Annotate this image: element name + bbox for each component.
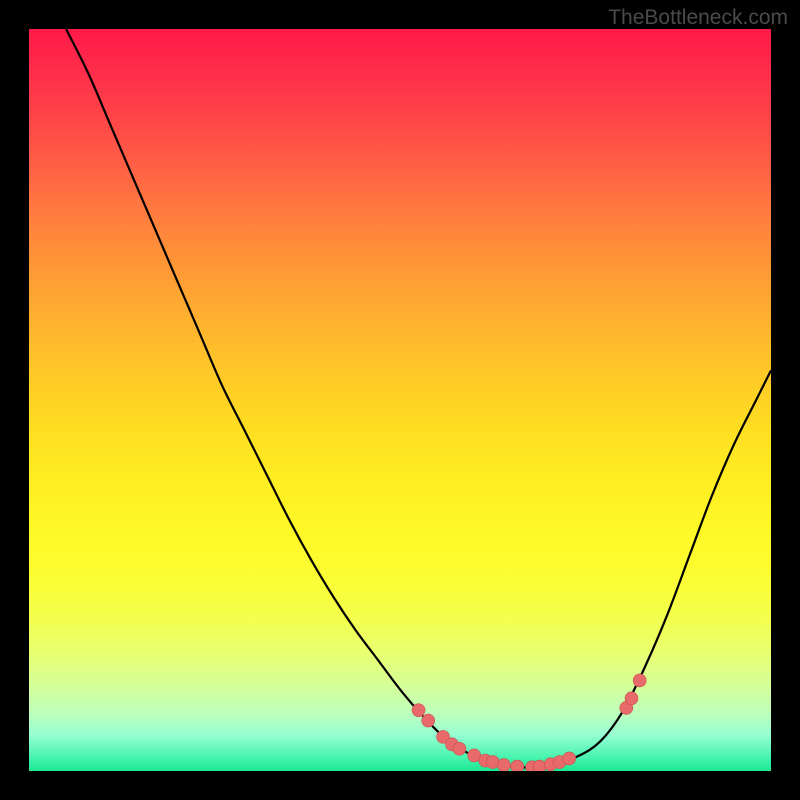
bottleneck-curve bbox=[66, 29, 771, 768]
data-dot bbox=[497, 759, 510, 771]
data-dot bbox=[625, 692, 638, 705]
chart-svg bbox=[29, 29, 771, 771]
data-dot bbox=[633, 674, 646, 687]
data-dot bbox=[412, 704, 425, 717]
data-dot bbox=[563, 752, 576, 765]
watermark-text: TheBottleneck.com bbox=[608, 6, 788, 30]
data-dot bbox=[453, 742, 466, 755]
data-dots-group bbox=[412, 674, 646, 771]
data-dot bbox=[422, 714, 435, 727]
chart-plot-area bbox=[29, 29, 771, 771]
data-dot bbox=[511, 760, 524, 771]
